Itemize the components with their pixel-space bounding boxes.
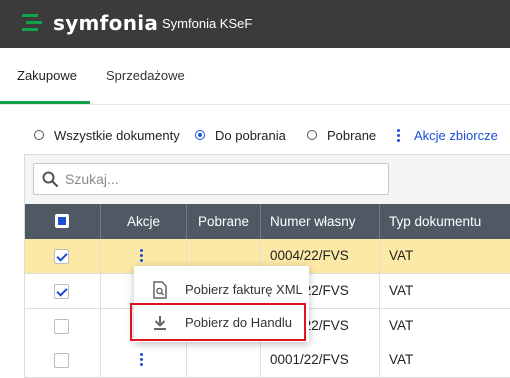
row-checkbox[interactable] <box>54 353 69 368</box>
cell-typ-dokumentu: VAT <box>389 318 414 333</box>
radio-circle-icon[interactable] <box>34 130 44 140</box>
row-actions-menu: Pobierz fakturę XML Pobierz do Handlu <box>134 266 309 342</box>
kebab-menu-icon <box>397 127 400 144</box>
cell-divider <box>379 274 380 308</box>
document-tabs: Zakupowe Sprzedażowe <box>0 48 510 105</box>
cell-divider <box>186 343 187 377</box>
brand-name: symfonia <box>53 11 159 35</box>
row-checkbox[interactable] <box>54 284 69 299</box>
bulk-actions-button[interactable]: Akcje zbiorcze <box>397 126 498 144</box>
cell-divider <box>100 274 101 308</box>
row-checkbox[interactable] <box>54 319 69 334</box>
cell-divider <box>260 343 261 377</box>
row-actions-kebab-icon[interactable] <box>140 249 143 264</box>
tab-zakupowe[interactable]: Zakupowe <box>17 68 77 83</box>
cell-divider <box>100 239 101 273</box>
row-checkbox[interactable] <box>54 249 69 264</box>
column-header-akcje[interactable]: Akcje <box>101 204 186 239</box>
xml-file-search-icon <box>153 281 167 299</box>
cell-divider <box>379 343 380 377</box>
cell-typ-dokumentu: VAT <box>389 283 414 298</box>
menu-item-label: Pobierz fakturę XML <box>185 282 303 297</box>
column-header-typ-dokumentu[interactable]: Typ dokumentu <box>389 204 510 239</box>
radio-do-pobrania[interactable]: Do pobrania <box>195 126 286 144</box>
radio-label: Wszystkie dokumenty <box>54 127 180 143</box>
select-all-checkbox[interactable] <box>55 214 69 228</box>
header-divider <box>379 204 380 239</box>
app-title: Symfonia KSeF <box>162 16 253 31</box>
cell-divider <box>379 239 380 273</box>
active-tab-indicator <box>0 101 90 104</box>
cell-numer-wlasny: 0001/22/FVS <box>270 352 349 367</box>
cell-typ-dokumentu: VAT <box>389 248 414 263</box>
cell-divider <box>379 309 380 343</box>
column-header-numer-wlasny[interactable]: Numer własny <box>270 204 380 239</box>
cell-divider <box>100 309 101 343</box>
tab-sprzedazowe[interactable]: Sprzedażowe <box>106 68 185 83</box>
menu-item-label: Pobierz do Handlu <box>185 315 292 330</box>
search-icon <box>42 171 58 187</box>
search-box[interactable] <box>33 163 389 195</box>
row-actions-kebab-icon[interactable] <box>140 353 143 368</box>
radio-pobrane[interactable]: Pobrane <box>307 126 376 144</box>
search-input[interactable] <box>65 170 375 188</box>
symfonia-logo-icon <box>22 14 42 31</box>
radio-wszystkie-dokumenty[interactable]: Wszystkie dokumenty <box>34 126 180 144</box>
app-header: symfonia Symfonia KSeF <box>0 0 510 48</box>
menu-item-pobierz-xml[interactable]: Pobierz fakturę XML <box>134 272 309 308</box>
radio-label: Pobrane <box>327 127 377 143</box>
radio-label: Do pobrania <box>215 127 286 143</box>
cell-divider <box>100 343 101 377</box>
bulk-actions-label: Akcje zbiorcze <box>414 127 498 143</box>
menu-item-pobierz-do-handlu[interactable]: Pobierz do Handlu <box>134 305 309 341</box>
column-header-pobrane[interactable]: Pobrane <box>187 204 260 239</box>
cell-typ-dokumentu: VAT <box>389 352 414 367</box>
header-divider <box>260 204 261 239</box>
table-row[interactable]: 0001/22/FVS VAT <box>25 343 510 378</box>
table-header: Akcje Pobrane Numer własny Typ dokumentu <box>25 204 510 239</box>
radio-circle-checked-icon[interactable] <box>195 130 205 140</box>
download-icon <box>154 316 166 330</box>
radio-circle-icon[interactable] <box>307 130 317 140</box>
